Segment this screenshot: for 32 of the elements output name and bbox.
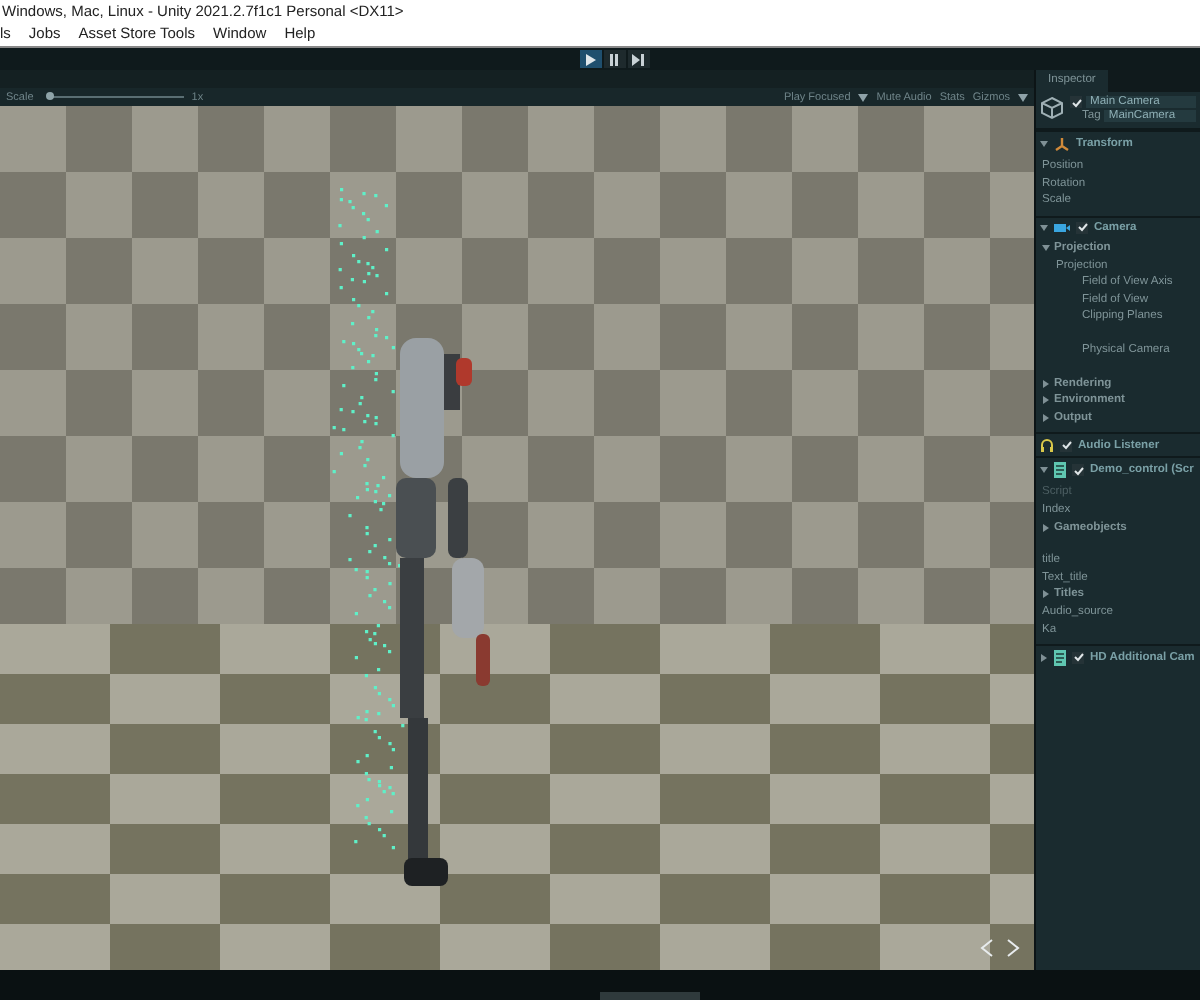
foldout-arrow-icon[interactable]: [1042, 523, 1050, 532]
caret-icon[interactable]: [1018, 93, 1028, 101]
script-icon: [1054, 462, 1066, 479]
foldout-arrow-icon[interactable]: [1042, 413, 1050, 422]
foldout-arrow-icon[interactable]: [1042, 244, 1050, 253]
checkbox[interactable]: [1072, 651, 1084, 664]
play-button[interactable]: [579, 50, 601, 68]
step-icon: [632, 53, 644, 65]
step-button[interactable]: [627, 50, 649, 68]
axes-icon: [1054, 136, 1070, 152]
foldout-arrow-icon[interactable]: [1040, 140, 1048, 148]
checkbox[interactable]: [1070, 96, 1082, 108]
prev-next-arrows-icon[interactable]: [978, 938, 1022, 958]
foldout-arrow-icon[interactable]: [1040, 223, 1048, 232]
checkbox[interactable]: [1076, 221, 1088, 234]
pause-icon: [608, 53, 620, 65]
slider-thumb[interactable]: [46, 92, 55, 100]
caret-icon[interactable]: [858, 93, 869, 101]
foldout-arrow-icon[interactable]: [1040, 653, 1048, 662]
foldout-arrow-icon[interactable]: [1042, 379, 1050, 388]
foldout-arrow-icon[interactable]: [1040, 466, 1048, 475]
checkbox[interactable]: [1060, 439, 1072, 452]
play-icon: [584, 53, 596, 65]
camera-icon: [1054, 221, 1070, 234]
cube-icon: [1040, 96, 1064, 120]
foldout-arrow-icon[interactable]: [1042, 396, 1050, 405]
pause-button[interactable]: [603, 50, 625, 68]
headphones-icon: [1040, 438, 1054, 453]
script-icon: [1054, 649, 1066, 666]
checkbox[interactable]: [1072, 464, 1084, 477]
foldout-arrow-icon[interactable]: [1042, 590, 1050, 599]
scrollbar-thumb[interactable]: [600, 992, 700, 1000]
